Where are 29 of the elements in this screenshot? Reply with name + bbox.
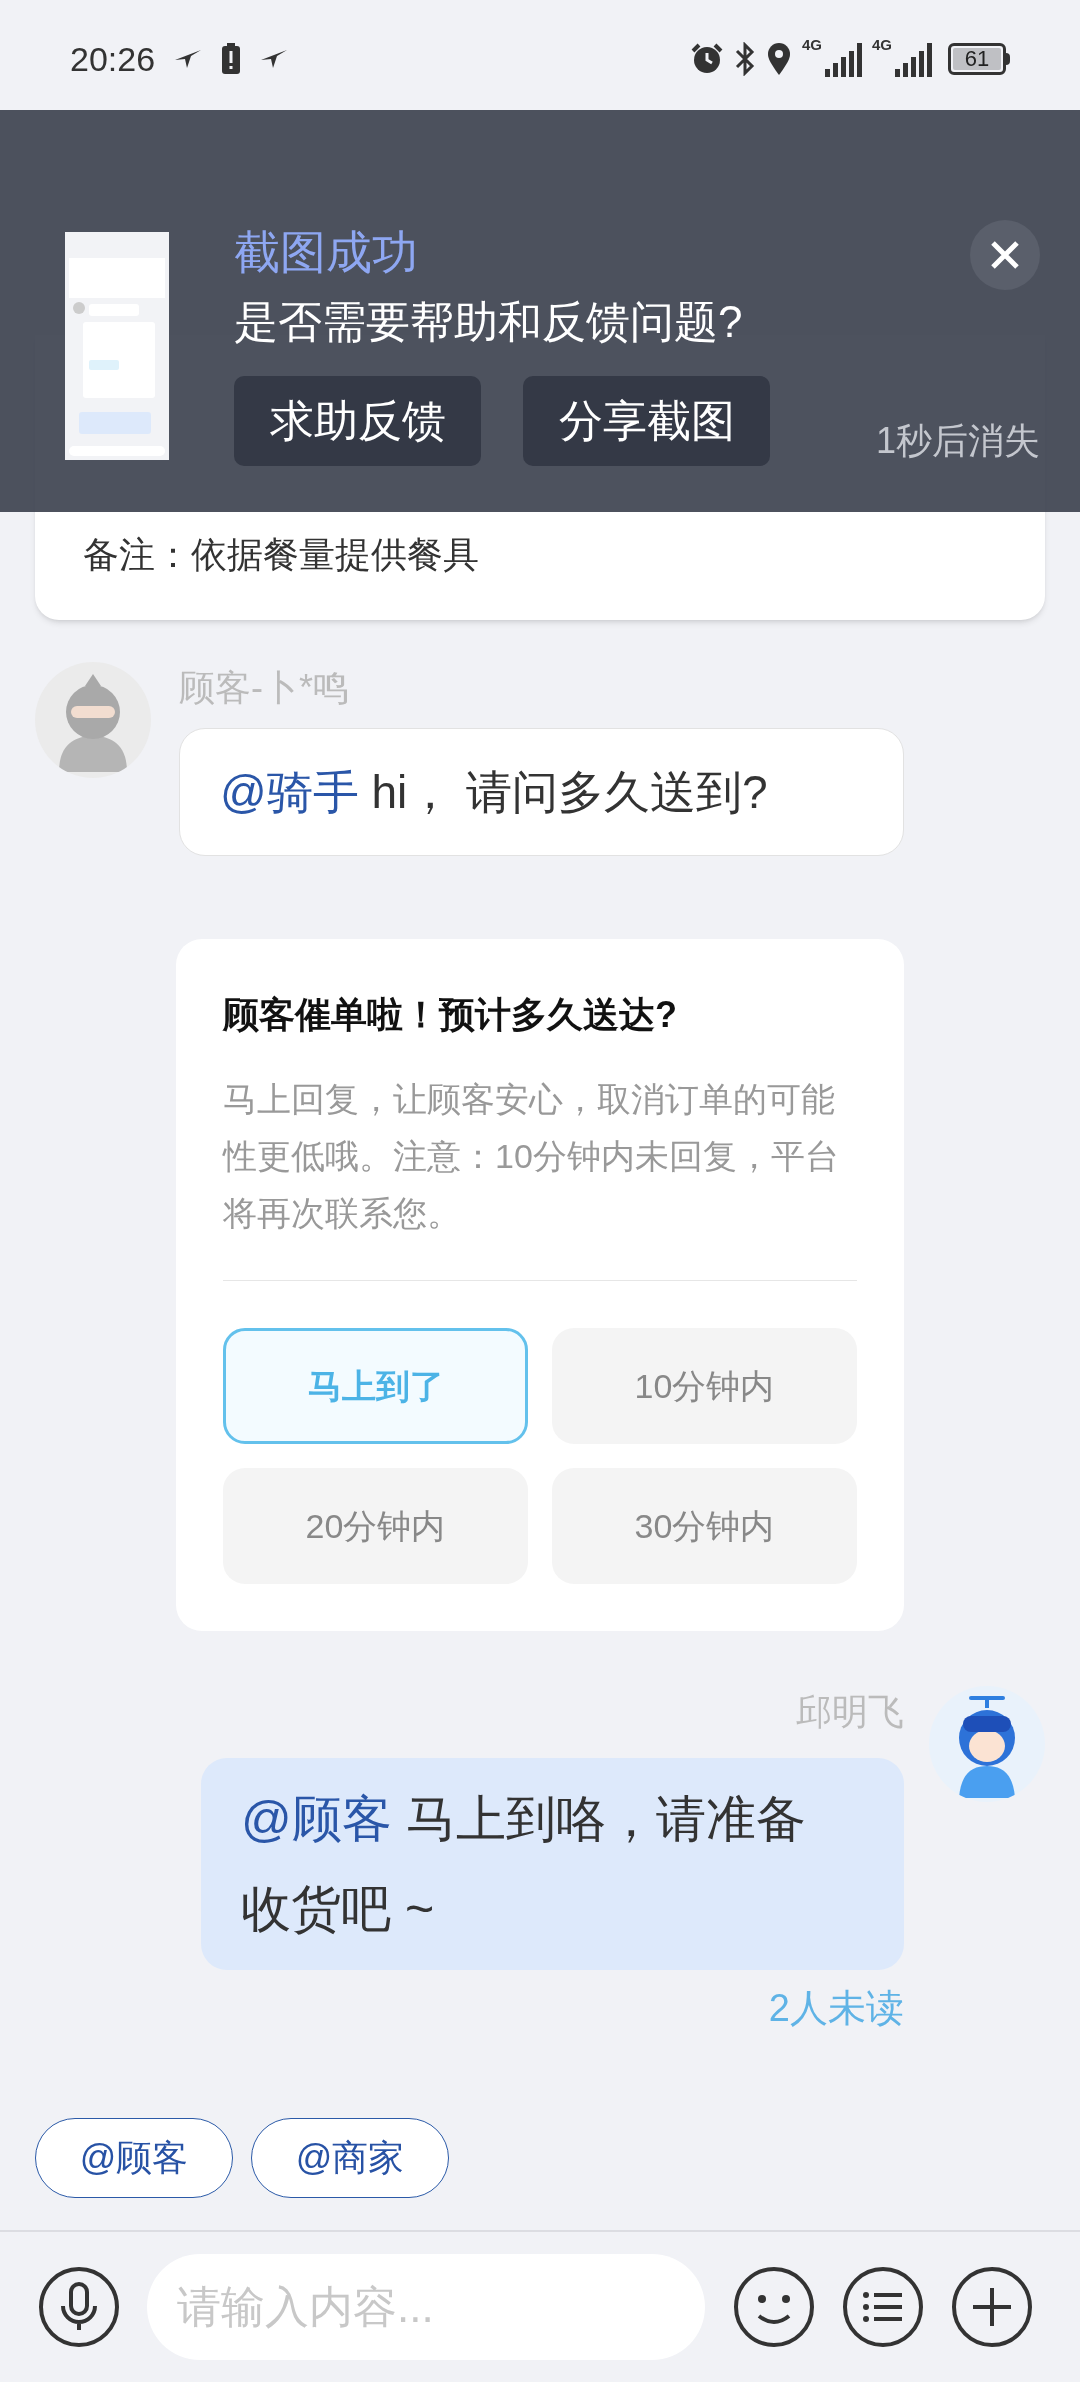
toast-title: 截图成功 (234, 225, 419, 280)
bluetooth-icon (734, 42, 756, 76)
microphone-icon[interactable] (38, 2266, 120, 2348)
alarm-icon (690, 43, 724, 75)
message-text: @骑手 hi， 请问多久送到? (220, 765, 769, 820)
mention-chip[interactable]: @商家 (251, 2118, 449, 2198)
message-text: @顾客 马上到咯，请准备收货吧 ~ (241, 1790, 807, 1939)
dismiss-countdown: 1秒后消失 (875, 419, 1040, 463)
emoji-icon[interactable] (733, 2266, 815, 2348)
read-status: 2人未读 (768, 1986, 904, 2031)
plus-icon[interactable] (951, 2266, 1033, 2348)
order-note: 备注：依据餐量提供餐具 (83, 533, 480, 577)
toast-question: 是否需要帮助和反馈问题? (234, 296, 744, 348)
sender-name: 顾客-卜*鸣 (179, 666, 349, 710)
mention-link[interactable]: @顾客 (241, 1791, 392, 1847)
screenshot-thumbnail[interactable] (65, 232, 169, 460)
battery-alert-icon (221, 43, 242, 75)
mention-link[interactable]: @骑手 (220, 766, 359, 818)
sender-name: 邱明飞 (796, 1690, 904, 1734)
prompt-body: 马上回复，让顾客安心，取消订单的可能性更低哦。注意：10分钟内未回复，平台将再次联系您。 (223, 1079, 840, 1234)
status-time: 20:26 (70, 38, 156, 80)
battery-icon: 61 (948, 43, 1006, 75)
prompt-title: 顾客催单啦！预计多久送达? (223, 993, 678, 1037)
mention-chip[interactable]: @顾客 (35, 2118, 233, 2198)
list-icon[interactable] (842, 2266, 924, 2348)
close-icon (990, 240, 1020, 270)
toast-button[interactable]: 分享截图 (523, 376, 770, 466)
location-icon (766, 42, 792, 76)
toast-button[interactable]: 求助反馈 (234, 376, 481, 466)
